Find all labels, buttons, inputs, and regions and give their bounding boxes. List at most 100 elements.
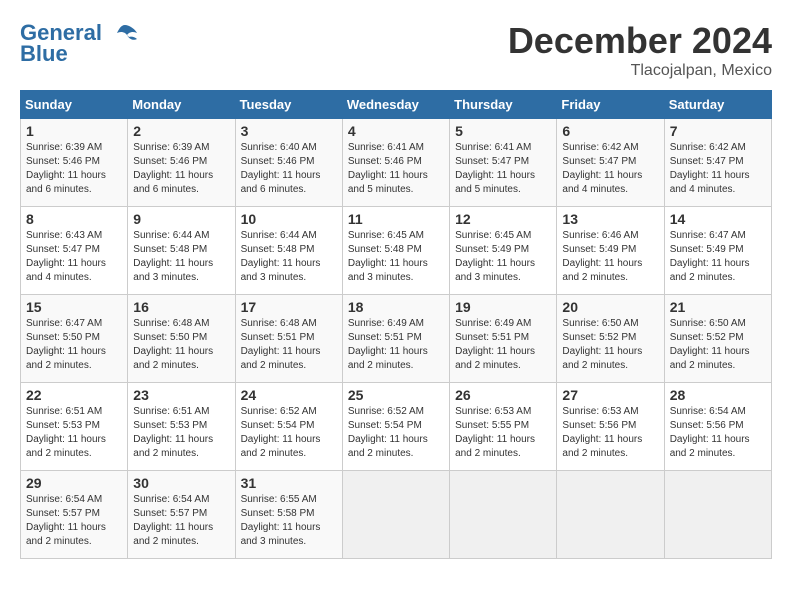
day-info: Sunrise: 6:54 AMSunset: 5:57 PMDaylight:… [26, 493, 122, 549]
day-info: Sunrise: 6:54 AMSunset: 5:56 PMDaylight:… [670, 405, 766, 461]
page-header: General Blue December 2024 Tlacojalpan, … [20, 20, 772, 80]
day-number: 11 [348, 211, 444, 227]
weekday-header: Thursday [450, 91, 557, 119]
calendar-header-row: SundayMondayTuesdayWednesdayThursdayFrid… [21, 91, 772, 119]
day-number: 4 [348, 123, 444, 139]
day-info: Sunrise: 6:49 AMSunset: 5:51 PMDaylight:… [348, 317, 444, 373]
day-info: Sunrise: 6:42 AMSunset: 5:47 PMDaylight:… [562, 141, 658, 197]
calendar-cell: 24 Sunrise: 6:52 AMSunset: 5:54 PMDaylig… [235, 383, 342, 471]
day-number: 2 [133, 123, 229, 139]
day-info: Sunrise: 6:53 AMSunset: 5:56 PMDaylight:… [562, 405, 658, 461]
calendar-cell: 4 Sunrise: 6:41 AMSunset: 5:46 PMDayligh… [342, 119, 449, 207]
calendar-cell: 29 Sunrise: 6:54 AMSunset: 5:57 PMDaylig… [21, 471, 128, 559]
calendar-cell: 10 Sunrise: 6:44 AMSunset: 5:48 PMDaylig… [235, 207, 342, 295]
day-number: 7 [670, 123, 766, 139]
day-number: 14 [670, 211, 766, 227]
location: Tlacojalpan, Mexico [508, 62, 772, 80]
calendar-cell: 25 Sunrise: 6:52 AMSunset: 5:54 PMDaylig… [342, 383, 449, 471]
day-number: 17 [241, 299, 337, 315]
day-number: 27 [562, 387, 658, 403]
calendar-cell: 22 Sunrise: 6:51 AMSunset: 5:53 PMDaylig… [21, 383, 128, 471]
day-info: Sunrise: 6:54 AMSunset: 5:57 PMDaylight:… [133, 493, 229, 549]
day-info: Sunrise: 6:53 AMSunset: 5:55 PMDaylight:… [455, 405, 551, 461]
day-number: 24 [241, 387, 337, 403]
day-info: Sunrise: 6:50 AMSunset: 5:52 PMDaylight:… [562, 317, 658, 373]
day-info: Sunrise: 6:45 AMSunset: 5:49 PMDaylight:… [455, 229, 551, 285]
calendar-cell: 1 Sunrise: 6:39 AMSunset: 5:46 PMDayligh… [21, 119, 128, 207]
logo-bird-icon [111, 23, 139, 45]
weekday-header: Wednesday [342, 91, 449, 119]
day-info: Sunrise: 6:41 AMSunset: 5:47 PMDaylight:… [455, 141, 551, 197]
calendar-cell: 26 Sunrise: 6:53 AMSunset: 5:55 PMDaylig… [450, 383, 557, 471]
day-info: Sunrise: 6:44 AMSunset: 5:48 PMDaylight:… [241, 229, 337, 285]
calendar-cell: 11 Sunrise: 6:45 AMSunset: 5:48 PMDaylig… [342, 207, 449, 295]
day-number: 29 [26, 475, 122, 491]
day-number: 30 [133, 475, 229, 491]
day-number: 22 [26, 387, 122, 403]
day-number: 15 [26, 299, 122, 315]
day-info: Sunrise: 6:46 AMSunset: 5:49 PMDaylight:… [562, 229, 658, 285]
calendar-cell: 28 Sunrise: 6:54 AMSunset: 5:56 PMDaylig… [664, 383, 771, 471]
day-info: Sunrise: 6:40 AMSunset: 5:46 PMDaylight:… [241, 141, 337, 197]
calendar-cell: 12 Sunrise: 6:45 AMSunset: 5:49 PMDaylig… [450, 207, 557, 295]
day-number: 23 [133, 387, 229, 403]
month-title: December 2024 [508, 20, 772, 62]
day-info: Sunrise: 6:44 AMSunset: 5:48 PMDaylight:… [133, 229, 229, 285]
calendar-cell [342, 471, 449, 559]
calendar-cell: 31 Sunrise: 6:55 AMSunset: 5:58 PMDaylig… [235, 471, 342, 559]
day-number: 25 [348, 387, 444, 403]
day-info: Sunrise: 6:49 AMSunset: 5:51 PMDaylight:… [455, 317, 551, 373]
day-number: 18 [348, 299, 444, 315]
calendar-cell: 8 Sunrise: 6:43 AMSunset: 5:47 PMDayligh… [21, 207, 128, 295]
calendar-cell: 9 Sunrise: 6:44 AMSunset: 5:48 PMDayligh… [128, 207, 235, 295]
calendar-cell: 6 Sunrise: 6:42 AMSunset: 5:47 PMDayligh… [557, 119, 664, 207]
day-info: Sunrise: 6:51 AMSunset: 5:53 PMDaylight:… [133, 405, 229, 461]
calendar-cell: 14 Sunrise: 6:47 AMSunset: 5:49 PMDaylig… [664, 207, 771, 295]
calendar-cell: 18 Sunrise: 6:49 AMSunset: 5:51 PMDaylig… [342, 295, 449, 383]
day-number: 13 [562, 211, 658, 227]
calendar-cell: 13 Sunrise: 6:46 AMSunset: 5:49 PMDaylig… [557, 207, 664, 295]
day-number: 16 [133, 299, 229, 315]
logo: General Blue [20, 20, 139, 67]
day-info: Sunrise: 6:51 AMSunset: 5:53 PMDaylight:… [26, 405, 122, 461]
day-number: 28 [670, 387, 766, 403]
day-info: Sunrise: 6:52 AMSunset: 5:54 PMDaylight:… [348, 405, 444, 461]
calendar-week-row: 1 Sunrise: 6:39 AMSunset: 5:46 PMDayligh… [21, 119, 772, 207]
calendar-cell: 23 Sunrise: 6:51 AMSunset: 5:53 PMDaylig… [128, 383, 235, 471]
day-number: 31 [241, 475, 337, 491]
weekday-header: Monday [128, 91, 235, 119]
calendar-week-row: 29 Sunrise: 6:54 AMSunset: 5:57 PMDaylig… [21, 471, 772, 559]
calendar-cell: 15 Sunrise: 6:47 AMSunset: 5:50 PMDaylig… [21, 295, 128, 383]
calendar-cell: 17 Sunrise: 6:48 AMSunset: 5:51 PMDaylig… [235, 295, 342, 383]
day-number: 21 [670, 299, 766, 315]
day-number: 1 [26, 123, 122, 139]
day-info: Sunrise: 6:55 AMSunset: 5:58 PMDaylight:… [241, 493, 337, 549]
day-number: 9 [133, 211, 229, 227]
day-number: 19 [455, 299, 551, 315]
weekday-header: Saturday [664, 91, 771, 119]
calendar-cell [450, 471, 557, 559]
day-info: Sunrise: 6:39 AMSunset: 5:46 PMDaylight:… [26, 141, 122, 197]
calendar-cell: 21 Sunrise: 6:50 AMSunset: 5:52 PMDaylig… [664, 295, 771, 383]
day-number: 12 [455, 211, 551, 227]
day-number: 5 [455, 123, 551, 139]
day-info: Sunrise: 6:39 AMSunset: 5:46 PMDaylight:… [133, 141, 229, 197]
calendar-cell: 2 Sunrise: 6:39 AMSunset: 5:46 PMDayligh… [128, 119, 235, 207]
calendar-cell: 27 Sunrise: 6:53 AMSunset: 5:56 PMDaylig… [557, 383, 664, 471]
calendar-cell: 30 Sunrise: 6:54 AMSunset: 5:57 PMDaylig… [128, 471, 235, 559]
day-number: 10 [241, 211, 337, 227]
day-info: Sunrise: 6:41 AMSunset: 5:46 PMDaylight:… [348, 141, 444, 197]
calendar-cell: 19 Sunrise: 6:49 AMSunset: 5:51 PMDaylig… [450, 295, 557, 383]
calendar-week-row: 15 Sunrise: 6:47 AMSunset: 5:50 PMDaylig… [21, 295, 772, 383]
day-number: 3 [241, 123, 337, 139]
calendar-cell: 20 Sunrise: 6:50 AMSunset: 5:52 PMDaylig… [557, 295, 664, 383]
day-info: Sunrise: 6:47 AMSunset: 5:49 PMDaylight:… [670, 229, 766, 285]
day-info: Sunrise: 6:50 AMSunset: 5:52 PMDaylight:… [670, 317, 766, 373]
day-info: Sunrise: 6:48 AMSunset: 5:50 PMDaylight:… [133, 317, 229, 373]
calendar-cell: 3 Sunrise: 6:40 AMSunset: 5:46 PMDayligh… [235, 119, 342, 207]
day-info: Sunrise: 6:48 AMSunset: 5:51 PMDaylight:… [241, 317, 337, 373]
weekday-header: Tuesday [235, 91, 342, 119]
day-info: Sunrise: 6:43 AMSunset: 5:47 PMDaylight:… [26, 229, 122, 285]
calendar-table: SundayMondayTuesdayWednesdayThursdayFrid… [20, 90, 772, 559]
day-number: 26 [455, 387, 551, 403]
